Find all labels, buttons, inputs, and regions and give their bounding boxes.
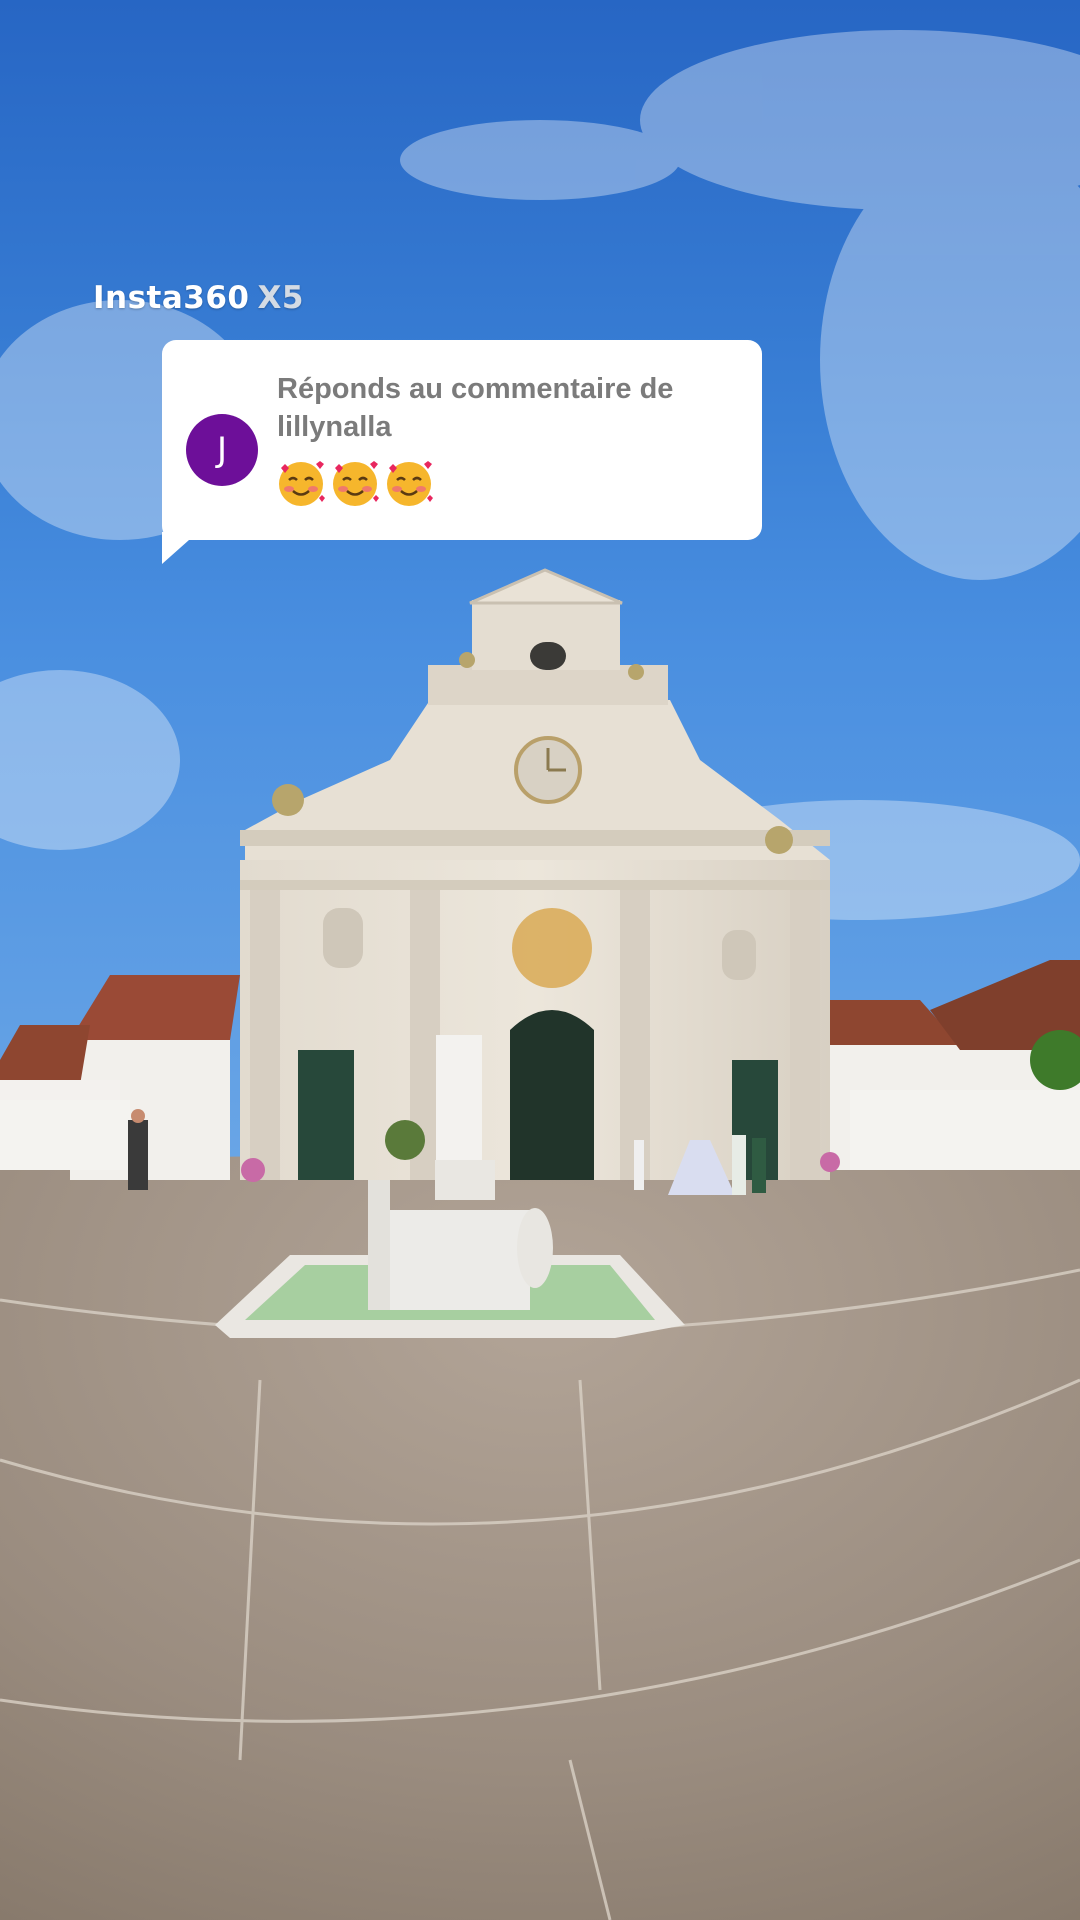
watermark-model: X5 — [257, 280, 304, 316]
comment-emojis — [276, 458, 434, 508]
commenter-avatar[interactable]: J — [186, 414, 258, 486]
wall-left — [0, 1100, 130, 1170]
wall-right — [850, 1090, 1080, 1170]
smiling-face-with-hearts-icon — [279, 461, 325, 506]
reply-comment-sticker[interactable]: J Réponds au commentaire de lillynalla — [162, 340, 762, 540]
smiling-face-with-hearts-icon — [333, 461, 379, 506]
reply-prompt-text: Réponds au commentaire de lillynalla — [277, 373, 674, 443]
watermark-brand: Insta360 — [93, 280, 250, 316]
camera-watermark: Insta360 X5 — [93, 280, 304, 316]
avatar-initial: J — [216, 430, 228, 470]
smiling-face-with-hearts-icon — [387, 461, 433, 506]
